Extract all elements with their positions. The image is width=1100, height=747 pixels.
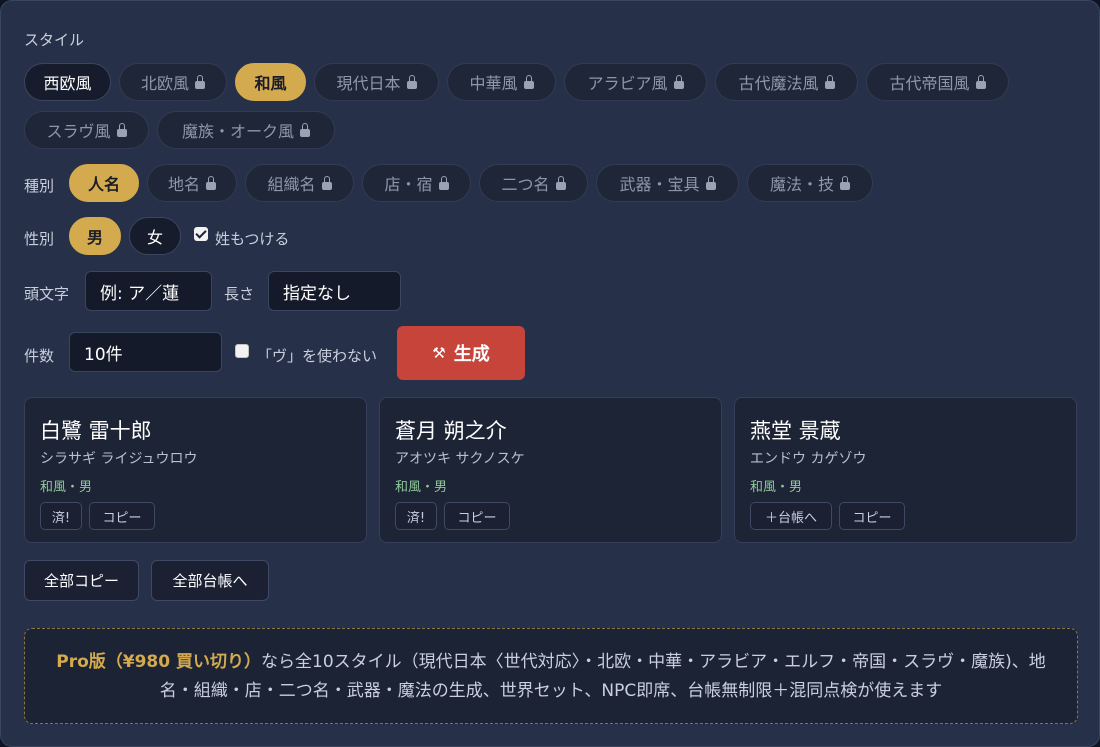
- length-label: 長さ: [224, 285, 255, 303]
- done-button[interactable]: 済!: [395, 502, 437, 530]
- kind-chip-magic[interactable]: 魔法・技: [747, 164, 873, 202]
- kind-chip-person[interactable]: 人名: [69, 164, 139, 202]
- style-chip-hokuou[interactable]: 北欧風: [119, 63, 227, 101]
- style-chip-wafu[interactable]: 和風: [235, 63, 306, 101]
- chip-label: 北欧風: [140, 74, 189, 93]
- kind-chip-weapon[interactable]: 武器・宝具: [596, 164, 739, 202]
- chip-label: 和風: [254, 74, 287, 93]
- lock-icon: [705, 176, 716, 190]
- chip-label: 二つ名: [501, 175, 550, 194]
- surname-checkbox[interactable]: [194, 227, 208, 241]
- lock-icon: [300, 123, 310, 137]
- count-select[interactable]: 10件: [69, 332, 222, 372]
- kind-chip-organization[interactable]: 組織名: [245, 164, 354, 202]
- lock-icon: [406, 75, 417, 89]
- kind-chip-shop-inn[interactable]: 店・宿: [362, 164, 471, 202]
- chip-label: 西欧風: [43, 74, 92, 93]
- kind-chip-epithet[interactable]: 二つ名: [479, 164, 588, 202]
- result-card: 蒼月 朔之介 アオツキ サクノスケ 和風・男 済! コピー: [379, 397, 722, 543]
- chip-label: 古代魔法風: [738, 74, 819, 93]
- kind-chip-place[interactable]: 地名: [147, 164, 237, 202]
- result-card: 白鷺 雷十郎 シラサギ ライジュウロウ 和風・男 済! コピー: [24, 397, 367, 543]
- count-label: 件数: [24, 347, 55, 365]
- gender-chip-female[interactable]: 女: [129, 217, 181, 255]
- style-chip-kodai-teikoku[interactable]: 古代帝国風: [866, 63, 1009, 101]
- chip-label: 店・宿: [384, 175, 433, 194]
- no-vu-checkbox[interactable]: [235, 344, 249, 358]
- generate-button-label: 生成: [453, 344, 490, 365]
- chip-label: 男: [86, 228, 103, 247]
- pro-upsell-banner: Pro版（¥980 買い切り）なら全10スタイル（現代日本〈世代対応〉・北欧・中…: [24, 628, 1078, 724]
- lock-icon: [975, 75, 986, 89]
- generate-button[interactable]: ⚒ 生成: [397, 326, 525, 380]
- pro-feature-text: なら全10スタイル（現代日本〈世代対応〉・北欧・中華・アラビア・エルフ・帝国・ス…: [159, 652, 1046, 701]
- result-name: 蒼月 朔之介: [395, 419, 507, 443]
- initial-input-text: 例: ア／蓮: [100, 283, 180, 304]
- result-card: 燕堂 景蔵 エンドウ カゲゾウ 和風・男 ＋台帳へ コピー: [734, 397, 1077, 543]
- length-select[interactable]: 指定なし: [268, 271, 401, 311]
- length-select-value: 指定なし: [283, 283, 351, 304]
- chip-label: 魔法・技: [769, 175, 834, 194]
- generator-panel: スタイル 西欧風 北欧風 和風 現代日本 中華風 アラビア風 古代魔法風 古代帝…: [0, 0, 1100, 747]
- lock-icon: [438, 176, 449, 190]
- lock-icon: [116, 123, 127, 137]
- chip-label: 魔族・オーク風: [181, 122, 294, 141]
- result-meta: 和風・男: [395, 480, 448, 495]
- result-reading: エンドウ カゲゾウ: [750, 451, 867, 467]
- lock-icon: [673, 75, 684, 89]
- chip-label: 人名: [87, 175, 120, 194]
- no-vu-checkbox-label: 「ヴ」を使わない: [257, 347, 378, 365]
- kind-label: 種別: [24, 177, 55, 195]
- style-chip-slav[interactable]: スラヴ風: [24, 111, 149, 149]
- copy-button[interactable]: コピー: [839, 502, 905, 530]
- lock-icon: [321, 176, 332, 190]
- result-name: 白鷺 雷十郎: [40, 419, 152, 443]
- result-name: 燕堂 景蔵: [750, 419, 841, 443]
- chip-label: 地名: [167, 175, 200, 194]
- result-meta: 和風・男: [750, 480, 803, 495]
- style-chip-arabia[interactable]: アラビア風: [564, 63, 707, 101]
- chip-label: アラビア風: [587, 74, 668, 93]
- result-reading: アオツキ サクノスケ: [395, 451, 525, 467]
- done-button[interactable]: 済!: [40, 502, 82, 530]
- style-chip-gendai-nihon[interactable]: 現代日本: [314, 63, 439, 101]
- copy-button[interactable]: コピー: [89, 502, 155, 530]
- style-chip-seiou[interactable]: 西欧風: [24, 63, 111, 101]
- result-reading: シラサギ ライジュウロウ: [40, 451, 198, 467]
- lock-icon: [555, 176, 566, 190]
- chip-label: 古代帝国風: [889, 74, 970, 93]
- style-chip-chuka[interactable]: 中華風: [447, 63, 556, 101]
- hammer-pick-icon: ⚒: [432, 344, 446, 362]
- initial-input[interactable]: 例: ア／蓮: [85, 271, 212, 311]
- style-chip-mazoku-ork[interactable]: 魔族・オーク風: [157, 111, 335, 149]
- chip-label: 現代日本: [336, 74, 401, 93]
- chip-label: 女: [146, 228, 163, 247]
- copy-all-button[interactable]: 全部コピー: [24, 560, 139, 601]
- chip-label: 武器・宝具: [619, 175, 700, 194]
- lock-icon: [523, 75, 534, 89]
- result-meta: 和風・男: [40, 480, 93, 495]
- style-chip-kodai-maho[interactable]: 古代魔法風: [715, 63, 858, 101]
- chip-label: 組織名: [267, 175, 316, 194]
- copy-button[interactable]: コピー: [444, 502, 510, 530]
- all-to-ledger-button[interactable]: 全部台帳へ: [151, 560, 269, 601]
- gender-label: 性別: [24, 230, 55, 248]
- chip-label: 中華風: [469, 74, 518, 93]
- initial-label: 頭文字: [24, 285, 70, 303]
- lock-icon: [195, 75, 205, 89]
- lock-icon: [824, 75, 835, 89]
- chip-label: スラヴ風: [46, 122, 111, 141]
- style-label: スタイル: [24, 31, 85, 49]
- lock-icon: [840, 176, 850, 190]
- lock-icon: [206, 176, 216, 190]
- gender-chip-male[interactable]: 男: [69, 217, 121, 255]
- pro-price-highlight[interactable]: Pro版（¥980 買い切り）: [56, 652, 261, 672]
- add-to-ledger-button[interactable]: ＋台帳へ: [750, 502, 832, 530]
- count-select-value: 10件: [84, 344, 123, 365]
- surname-checkbox-label: 姓もつける: [215, 230, 290, 248]
